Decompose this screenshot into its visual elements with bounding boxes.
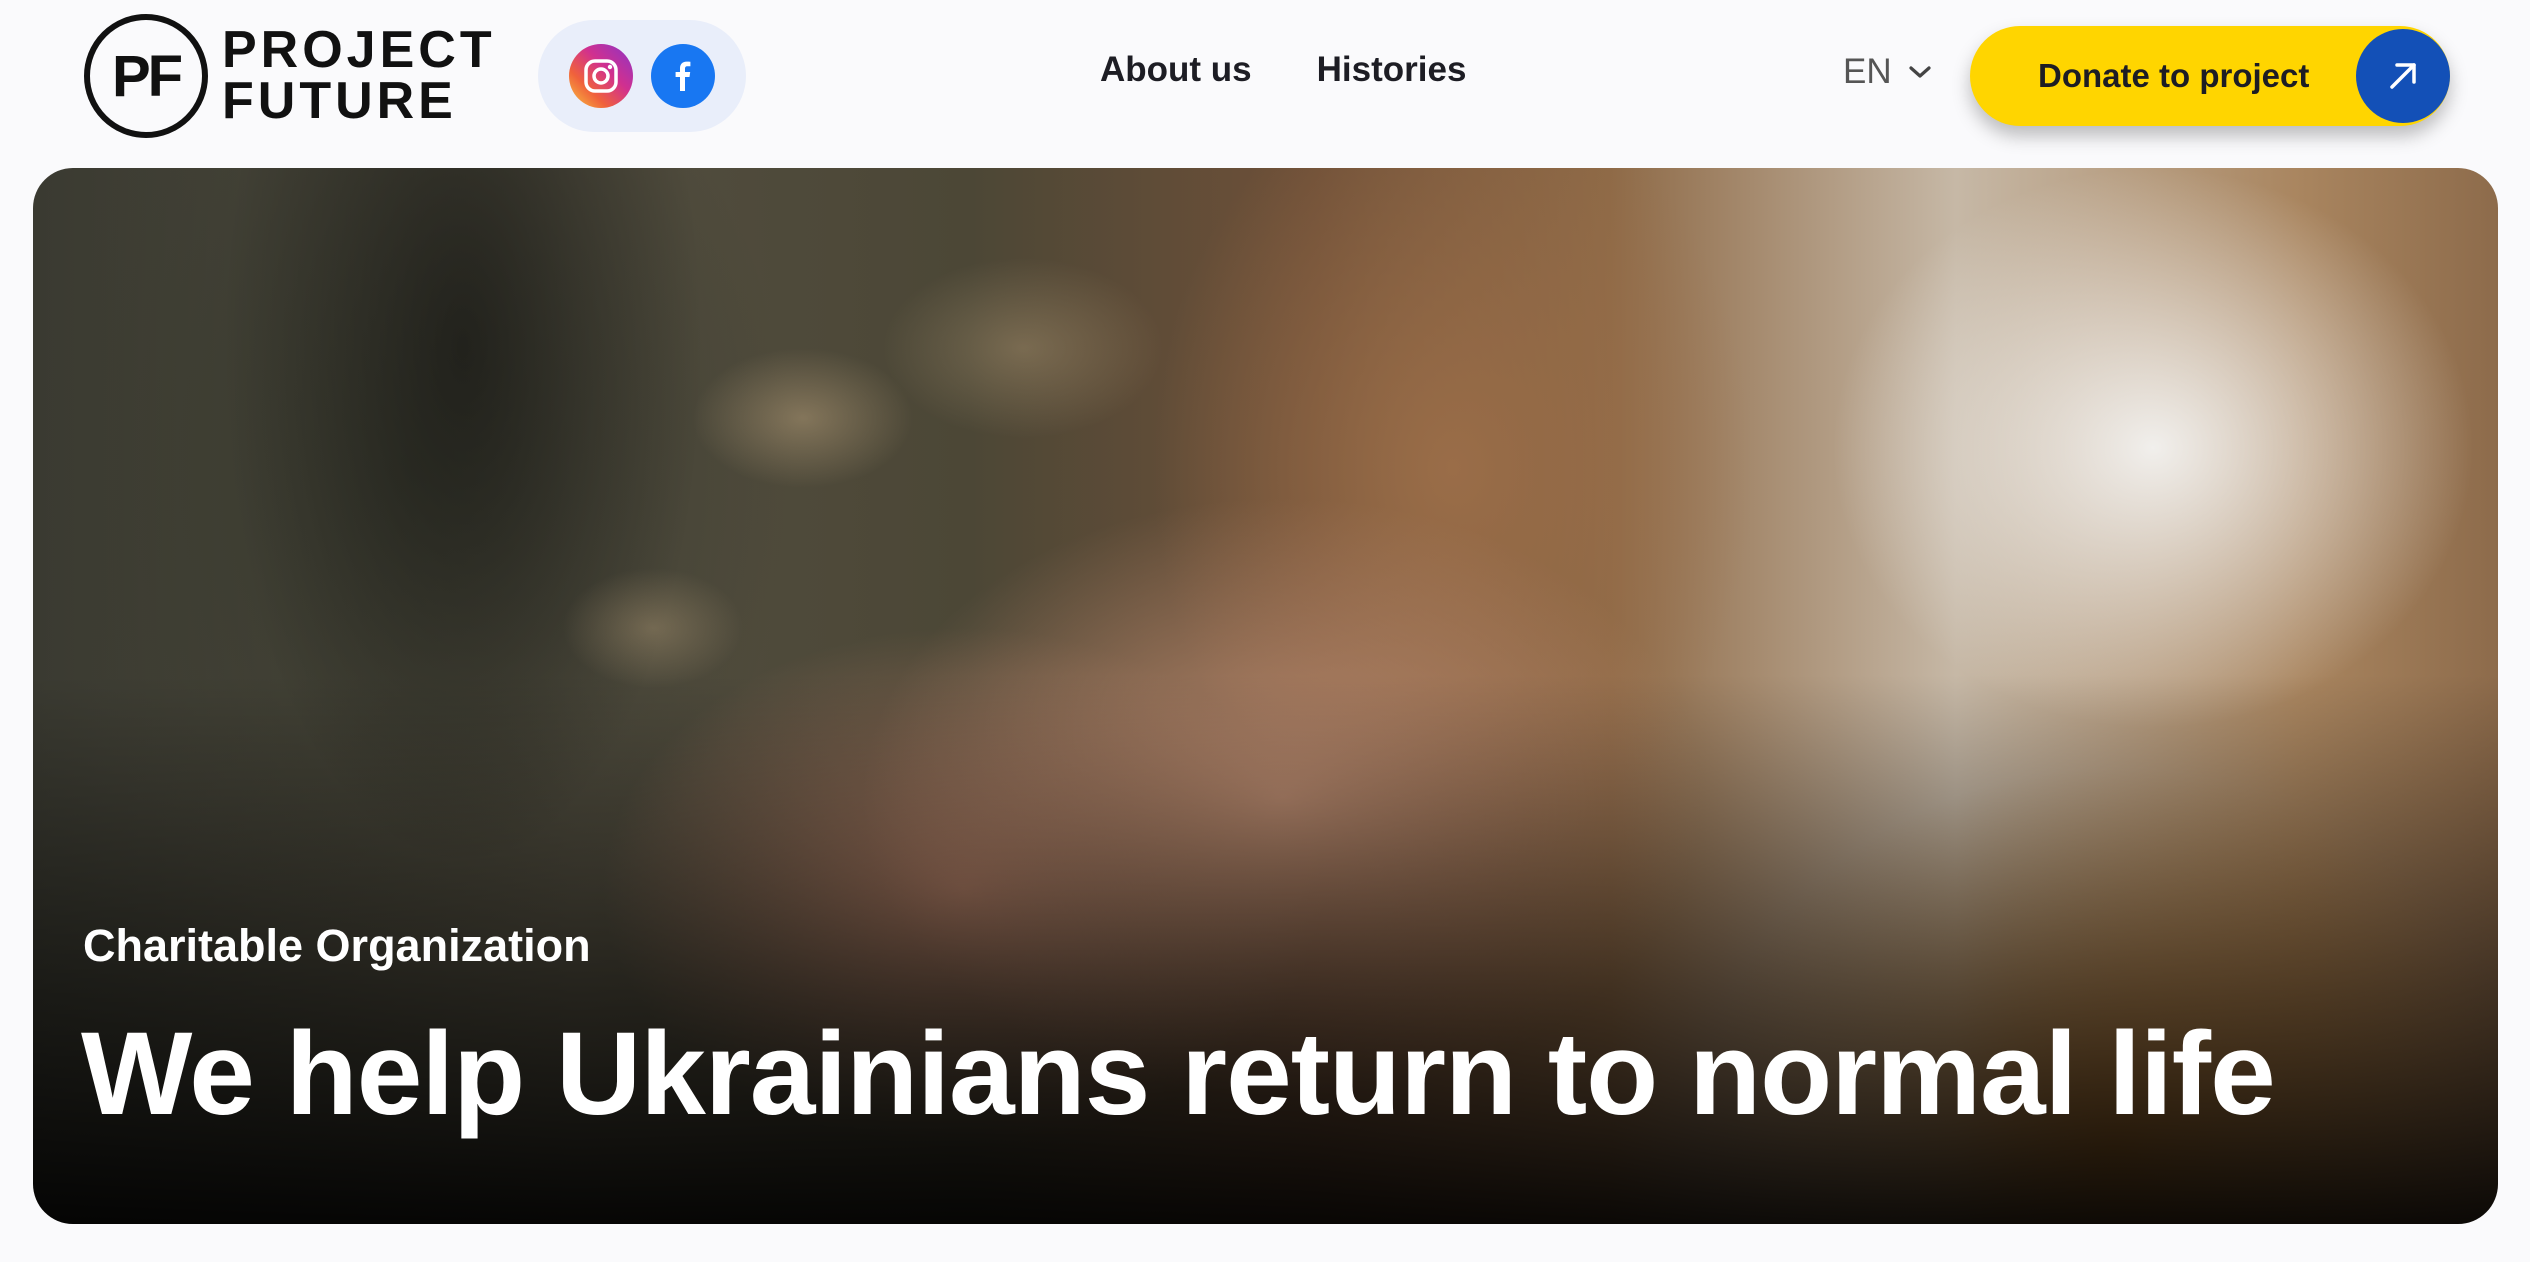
language-selector[interactable]: EN [1843, 52, 1932, 92]
facebook-button[interactable] [651, 44, 715, 108]
nav-histories[interactable]: Histories [1317, 50, 1467, 90]
language-value: EN [1843, 52, 1892, 91]
chevron-down-icon [1909, 66, 1931, 78]
donate-button[interactable]: Donate to project [1970, 26, 2450, 126]
logo[interactable]: PF PROJECT FUTURE [84, 14, 496, 138]
logo-text-line2: FUTURE [222, 72, 457, 130]
logo-mark: PF [84, 14, 208, 138]
site-header: PF PROJECT FUTURE About us Histories EN … [0, 0, 2530, 165]
facebook-icon [675, 61, 691, 91]
hero-title: We help Ukrainians return to normal life [81, 1008, 2276, 1140]
main-nav: About us Histories [1100, 50, 1466, 90]
nav-about-us[interactable]: About us [1100, 50, 1252, 90]
hero-subtitle: Charitable Organization [83, 920, 591, 971]
instagram-button[interactable] [569, 44, 633, 108]
arrow-up-right-icon [2390, 63, 2416, 89]
donate-arrow-circle [2356, 29, 2450, 123]
logo-text-line1: PROJECT [222, 21, 496, 80]
donate-label: Donate to project [2038, 57, 2310, 94]
logo-text: PROJECT FUTURE [222, 21, 496, 130]
hero-banner: Charitable Organization We help Ukrainia… [33, 168, 2498, 1224]
page: PF PROJECT FUTURE About us Histories EN … [0, 0, 2530, 1262]
instagram-icon [584, 59, 618, 93]
social-links [538, 20, 746, 132]
